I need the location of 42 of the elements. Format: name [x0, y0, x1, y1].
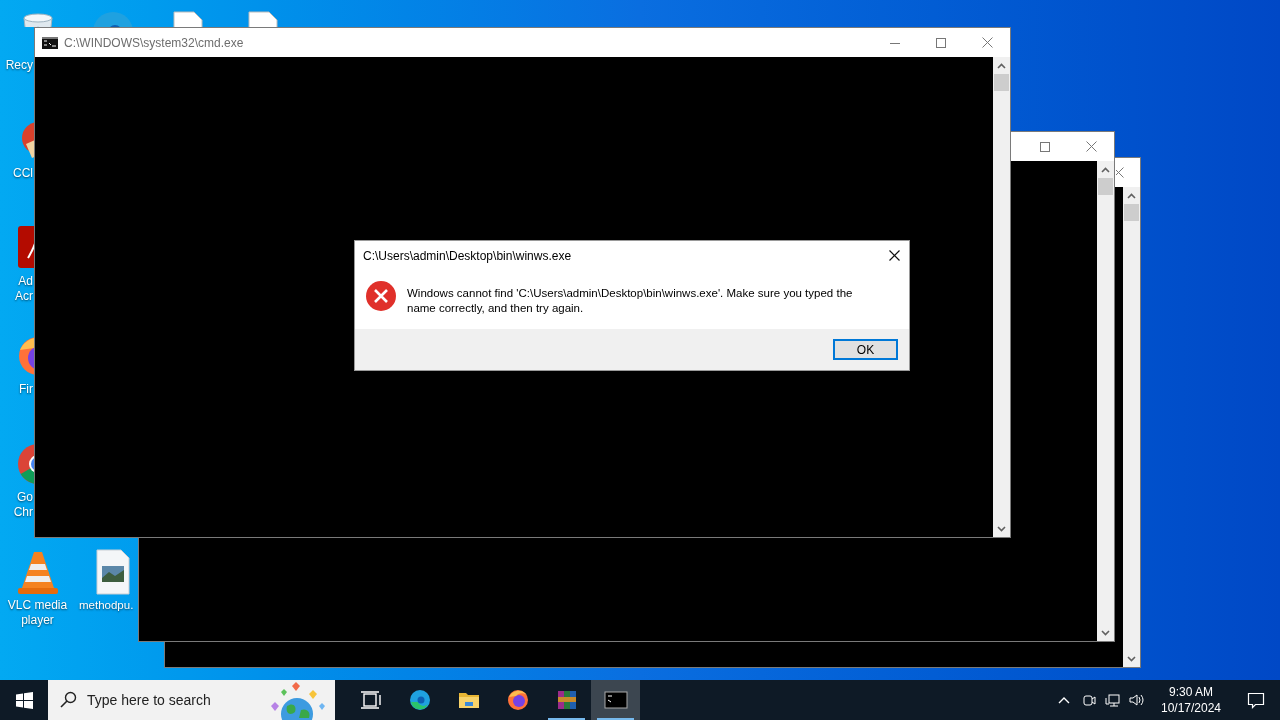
- caret-down-icon: [1127, 655, 1136, 662]
- caret-up-icon: [1127, 192, 1136, 199]
- volume-icon: [1128, 692, 1144, 708]
- error-icon: [365, 280, 397, 312]
- caret-up-icon: [997, 62, 1006, 69]
- task-view-icon: [358, 688, 383, 712]
- close-icon: [981, 37, 993, 48]
- console-icon: [42, 36, 58, 49]
- firefox-icon: [505, 688, 530, 712]
- desktop-icon-label[interactable]: methodpu.: [79, 598, 134, 613]
- clock-date: 10/17/2024: [1160, 700, 1222, 716]
- error-message: Windows cannot find 'C:\Users\admin\Desktop\bin\winws.exe'. Make sure you typed the name correctly, and then try again.: [407, 286, 854, 316]
- scroll-thumb[interactable]: [1124, 204, 1139, 221]
- search-icon: [60, 691, 77, 708]
- maximize-icon: [936, 37, 946, 48]
- desktop-icon-label[interactable]: Go Chr: [0, 490, 33, 520]
- scroll-thumb[interactable]: [1098, 178, 1113, 195]
- desktop-icon-label[interactable]: CCl: [0, 166, 33, 181]
- caret-up-icon: [1101, 166, 1110, 173]
- close-icon: [888, 250, 900, 261]
- scroll-thumb[interactable]: [994, 74, 1009, 91]
- maximize-icon: [1040, 141, 1050, 152]
- caret-down-icon: [997, 525, 1006, 532]
- caret-down-icon: [1101, 629, 1110, 636]
- clock-time: 9:30 AM: [1169, 684, 1213, 700]
- speech-bubble-icon: [1247, 691, 1265, 709]
- desktop-icon-label[interactable]: Recy: [0, 58, 33, 73]
- desktop-icon-label[interactable]: Ad Acr: [0, 274, 33, 304]
- windows-logo-icon: [15, 691, 33, 709]
- dialog-title: C:\Users\admin\Desktop\bin\winws.exe: [363, 247, 572, 265]
- desktop-icon-label[interactable]: Fir: [0, 382, 33, 397]
- edge-browser-icon: [407, 688, 432, 712]
- network-icon: [1104, 692, 1120, 708]
- taskbar-app-button[interactable]: [591, 680, 640, 720]
- close-icon: [1085, 141, 1097, 152]
- camera-icon: [1080, 692, 1096, 708]
- console-icon: [603, 688, 628, 712]
- ok-button[interactable]: OK: [833, 339, 898, 360]
- window-title: C:\WINDOWS\system32\cmd.exe: [64, 34, 244, 52]
- clock[interactable]: 9:30 AM 10/17/2024: [1154, 680, 1228, 720]
- desktop-icon-label[interactable]: VLC media player: [7, 598, 68, 628]
- search-field[interactable]: Type here to search: [48, 680, 335, 720]
